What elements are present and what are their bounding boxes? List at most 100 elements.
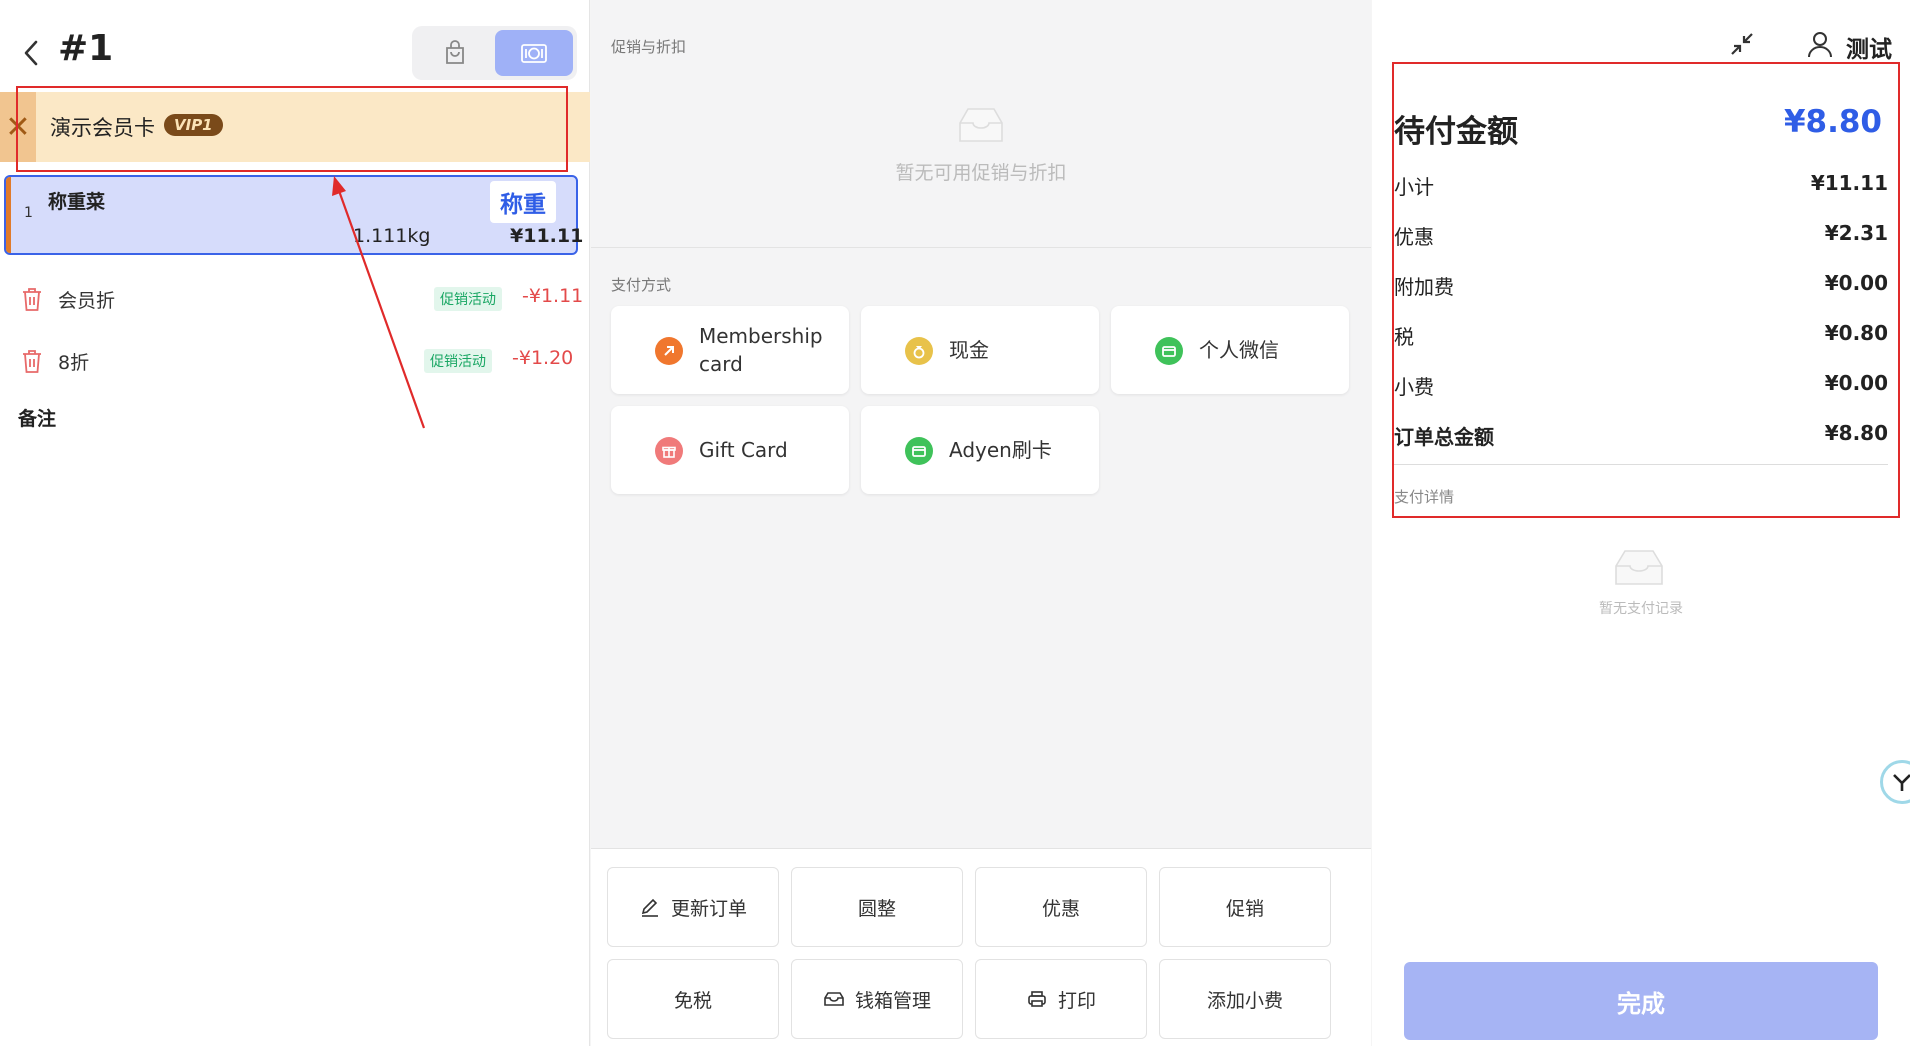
action-label: 添加小费 (1206, 989, 1283, 1012)
payment-detail-label: 支付详情 (1394, 488, 1455, 506)
promotion-button[interactable]: 促销 (1159, 867, 1331, 947)
pos-checkout-screen: #1 ✕ 演示会员卡 VIP1 1 称重菜 称重 1.111kg ¥11.11 … (0, 0, 1910, 1046)
pay-method-label: Gift Card (699, 438, 788, 462)
summary-row-total: 订单总金额 ¥8.80 (1394, 421, 1888, 451)
summary-row-subtotal: 小计 ¥11.11 (1394, 171, 1888, 201)
user-name: 测试 (1846, 37, 1892, 63)
cart-item[interactable]: 1 称重菜 称重 1.111kg ¥11.11 (4, 175, 583, 255)
discount-amount: -¥1.11 (522, 285, 584, 307)
chevron-left-icon (24, 40, 38, 66)
pay-method-label: Membership card (699, 324, 823, 376)
finish-button[interactable]: 完成 (1404, 962, 1878, 1040)
discount-button[interactable]: 优惠 (975, 867, 1147, 947)
summary-row-surcharge: 附加费 ¥0.00 (1394, 271, 1888, 301)
summary-row-tax: 税 ¥0.80 (1394, 321, 1888, 351)
action-label: 免税 (673, 989, 712, 1012)
gift-icon (655, 437, 683, 465)
add-tip-button[interactable]: 添加小费 (1159, 959, 1331, 1039)
annotation-box-member (16, 86, 568, 172)
amount-due-label: 待付金额 (1394, 114, 1518, 150)
discount-name: 8折 (58, 352, 90, 374)
summary-value: ¥0.00 (1824, 271, 1888, 295)
user-icon (1808, 32, 1832, 58)
summary-value: ¥0.00 (1824, 371, 1888, 395)
pay-wechat-button[interactable]: 个人微信 (1111, 306, 1349, 394)
item-price: ¥11.11 (510, 225, 584, 247)
discount-row: 8折 促销活动 -¥1.20 (0, 334, 590, 384)
payment-panel: 促销与折扣 暂无可用促销与折扣 支付方式 Membership card 现金 … (591, 0, 1371, 1046)
empty-inbox-icon (1615, 550, 1663, 585)
summary-value: ¥0.80 (1824, 321, 1888, 345)
summary-label: 订单总金额 (1394, 425, 1494, 449)
empty-inbox-icon (959, 108, 1003, 142)
cash-drawer-button[interactable]: 钱箱管理 (791, 959, 963, 1039)
summary-divider (1394, 464, 1888, 465)
print-button[interactable]: 打印 (975, 959, 1147, 1039)
item-quantity: 1.111kg (353, 225, 431, 247)
back-button[interactable] (18, 36, 46, 70)
trash-icon[interactable] (20, 348, 44, 374)
action-label: 钱箱管理 (854, 989, 931, 1012)
edit-icon (641, 898, 658, 917)
shopping-bag-icon (446, 40, 465, 64)
promotion-section-label: 促销与折扣 (611, 38, 687, 56)
cash-bag-icon (905, 337, 933, 365)
action-label: 优惠 (1041, 897, 1080, 920)
update-order-button[interactable]: 更新订单 (607, 867, 779, 947)
takeaway-mode-button[interactable] (416, 30, 495, 76)
membership-card-icon (655, 337, 683, 365)
action-label: 更新订单 (670, 897, 747, 920)
dine-in-mode-button[interactable] (494, 30, 573, 76)
item-index: 1 (24, 205, 33, 221)
summary-value: ¥8.80 (1824, 421, 1888, 445)
summary-value: ¥11.11 (1810, 171, 1888, 195)
assistant-fab[interactable] (1880, 760, 1910, 804)
round-off-button[interactable]: 圆整 (791, 867, 963, 947)
summary-label: 小计 (1394, 175, 1434, 199)
pay-adyen-button[interactable]: Adyen刷卡 (861, 406, 1099, 494)
promo-tag: 促销活动 (434, 287, 502, 311)
pay-membership-card-button[interactable]: Membership card (611, 306, 849, 394)
pay-cash-button[interactable]: 现金 (861, 306, 1099, 394)
discount-row: 会员折 促销活动 -¥1.11 (0, 272, 590, 322)
order-panel: #1 ✕ 演示会员卡 VIP1 1 称重菜 称重 1.111kg ¥11.11 … (0, 0, 590, 1046)
cash-drawer-icon (824, 992, 844, 1006)
summary-label: 附加费 (1394, 275, 1454, 299)
wallet-icon (905, 437, 933, 465)
wallet-icon (1155, 337, 1183, 365)
summary-label: 税 (1394, 325, 1414, 349)
action-label: 圆整 (857, 897, 896, 920)
promotion-section: 促销与折扣 暂无可用促销与折扣 (591, 0, 1371, 248)
pay-method-label: 现金 (949, 338, 989, 362)
pay-gift-card-button[interactable]: Gift Card (611, 406, 849, 494)
action-label: 打印 (1057, 989, 1096, 1012)
item-name: 称重菜 (48, 191, 106, 213)
order-number: #1 (58, 28, 114, 69)
promo-tag: 促销活动 (424, 349, 492, 373)
discount-amount: -¥1.20 (512, 347, 574, 369)
action-toolbar: 更新订单 圆整 优惠 促销 免税 钱箱管理 打印 添加小费 (591, 848, 1371, 1046)
collapse-icon[interactable] (1726, 28, 1758, 60)
payment-method-label: 支付方式 (611, 276, 672, 294)
summary-label: 优惠 (1394, 225, 1434, 249)
summary-label: 小费 (1394, 375, 1434, 399)
pay-method-label: Adyen刷卡 (949, 438, 1052, 462)
dine-in-plate-icon (520, 44, 547, 63)
assistant-logo-icon (1893, 774, 1910, 791)
discount-name: 会员折 (58, 290, 116, 312)
printer-icon (1028, 991, 1046, 1007)
action-label: 促销 (1225, 897, 1264, 920)
summary-panel: 测试 待付金额 ¥8.80 小计 ¥11.11 优惠 ¥2.31 附加费 ¥0.… (1372, 0, 1910, 1046)
summary-row-tip: 小费 ¥0.00 (1394, 371, 1888, 401)
item-accent-stripe (6, 177, 11, 253)
trash-icon[interactable] (20, 286, 44, 312)
order-mode-toggle (412, 26, 577, 80)
notes-label: 备注 (18, 408, 57, 430)
tax-exempt-button[interactable]: 免税 (607, 959, 779, 1039)
summary-value: ¥2.31 (1824, 221, 1888, 245)
amount-due-value: ¥8.80 (1783, 104, 1882, 140)
summary-row-discount: 优惠 ¥2.31 (1394, 221, 1888, 251)
pay-method-label: 个人微信 (1199, 338, 1279, 362)
payment-records-empty-text: 暂无支付记录 (1599, 601, 1683, 617)
promotion-empty-text: 暂无可用促销与折扣 (895, 162, 1067, 184)
